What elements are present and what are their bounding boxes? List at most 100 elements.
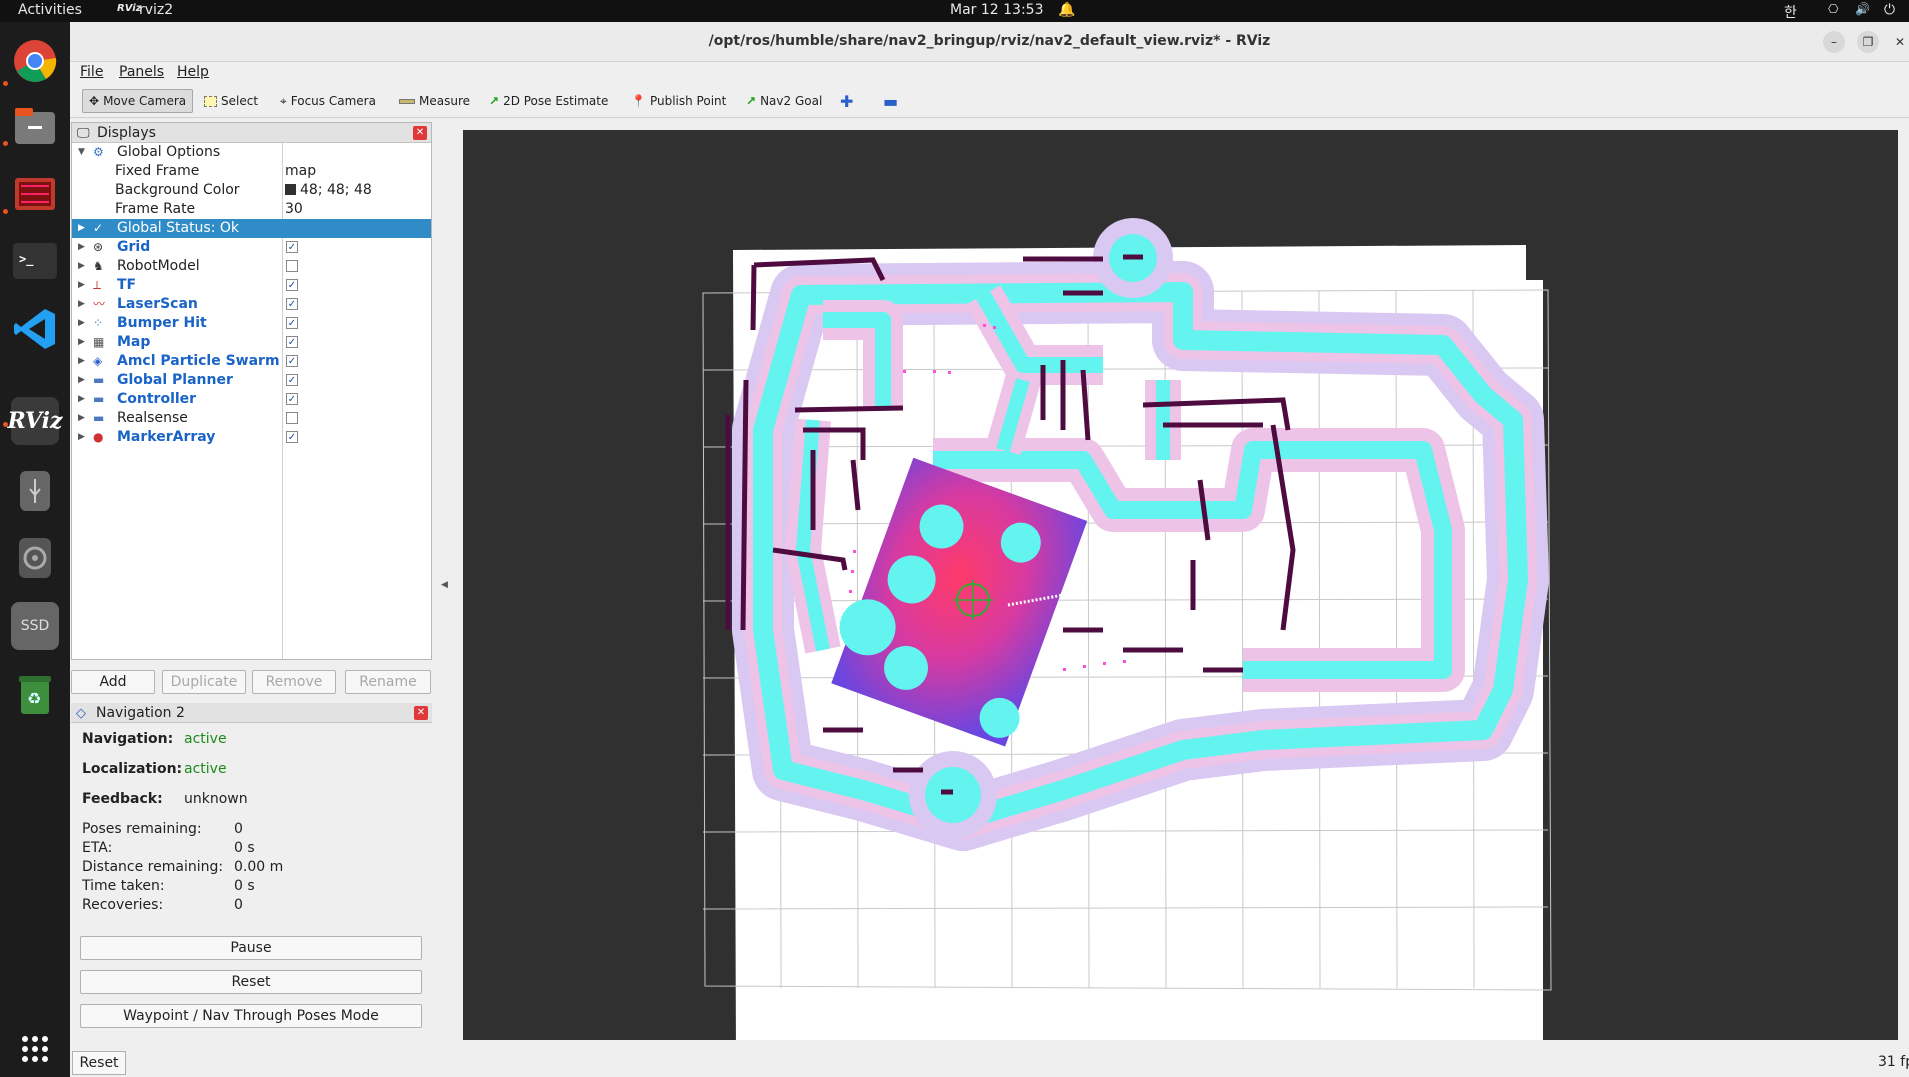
tree-row-laserscan[interactable]: ▶ 〰 LaserScan ✓ (72, 295, 431, 314)
tree-row-global-status[interactable]: ▶ ✓ Global Status: Ok (72, 219, 431, 238)
rviz-icon[interactable]: RViz (7, 397, 63, 445)
usb-icon[interactable] (11, 467, 59, 515)
app-menu[interactable]: rviz2 (139, 2, 173, 18)
tree-row-robotmodel[interactable]: ▶ ♞ RobotModel (72, 257, 431, 276)
menu-help[interactable]: Help (177, 64, 209, 80)
tree-row-grid[interactable]: ▶ ⊛ Grid ✓ (72, 238, 431, 257)
checkbox-unchecked[interactable] (286, 260, 298, 272)
disk-icon[interactable] (11, 534, 59, 582)
tree-row-markerarray[interactable]: ▶ ● MarkerArray ✓ (72, 428, 431, 447)
close-panel-button[interactable]: ✕ (414, 706, 428, 720)
checkbox-checked[interactable]: ✓ (286, 431, 298, 443)
reset-nav-button[interactable]: Reset (80, 970, 422, 994)
nav2-goal-tool[interactable]: ↗ Nav2 Goal (740, 89, 828, 113)
tree-row-global-options[interactable]: ▼ ⚙ Global Options (72, 143, 431, 162)
reset-view-button[interactable]: Reset (72, 1051, 126, 1075)
navigation-status: active (184, 731, 227, 747)
distance-remaining-value: 0.00 m (234, 859, 284, 875)
tree-row-global-planner[interactable]: ▶ ▬ Global Planner ✓ (72, 371, 431, 390)
nav2-header[interactable]: ◇ Navigation 2 ✕ (71, 703, 432, 723)
select-tool[interactable]: Select (198, 89, 264, 113)
waypoint-mode-button[interactable]: Waypoint / Nav Through Poses Mode (80, 1004, 422, 1028)
trash-icon[interactable]: ♻ (11, 670, 59, 718)
tool-bar: ✥ Move Camera Select ⌖ Focus Camera Measur… (70, 84, 1909, 118)
pause-button[interactable]: Pause (80, 936, 422, 960)
checkbox-checked[interactable]: ✓ (286, 336, 298, 348)
window-title-bar[interactable]: /opt/ros/humble/share/nav2_bringup/rviz/… (70, 22, 1909, 62)
displays-header[interactable]: 🖵 Displays ✕ (72, 123, 431, 143)
expand-arrow-icon[interactable]: ▶ (78, 219, 85, 238)
expand-arrow-icon[interactable]: ▶ (78, 352, 85, 371)
language-indicator[interactable]: 한 (1784, 2, 1797, 22)
expand-arrow-icon[interactable]: ▶ (78, 257, 85, 276)
pose-estimate-tool[interactable]: ↗ 2D Pose Estimate (483, 89, 614, 113)
expand-arrow-icon[interactable]: ▶ (78, 295, 85, 314)
close-panel-button[interactable]: ✕ (413, 126, 427, 140)
checkbox-checked[interactable]: ✓ (286, 241, 298, 253)
checkbox-checked[interactable]: ✓ (286, 355, 298, 367)
expand-arrow-icon[interactable]: ▼ (78, 143, 85, 162)
tree-row-bumper-hit[interactable]: ▶ ⁘ Bumper Hit ✓ (72, 314, 431, 333)
folder-icon: ▬ (93, 373, 105, 387)
expand-arrow-icon[interactable]: ▶ (78, 276, 85, 295)
window-title: /opt/ros/humble/share/nav2_bringup/rviz/… (708, 33, 1271, 49)
chrome-icon[interactable] (11, 37, 59, 85)
add-tool-button[interactable]: ✚ (834, 89, 859, 113)
power-icon[interactable]: ⏻ (1884, 2, 1895, 18)
focus-camera-icon: ⌖ (280, 93, 287, 108)
tree-row-map[interactable]: ▶ ▦ Map ✓ (72, 333, 431, 352)
move-camera-tool[interactable]: ✥ Move Camera (82, 89, 194, 113)
expand-arrow-icon[interactable]: ▶ (78, 371, 85, 390)
eta-value: 0 s (234, 840, 255, 856)
expand-arrow-icon[interactable]: ▶ (78, 428, 85, 447)
bell-icon[interactable]: 🔔 (1058, 2, 1075, 18)
duplicate-button[interactable]: Duplicate (162, 670, 246, 694)
rename-button[interactable]: Rename (345, 670, 431, 694)
property-frame-rate[interactable]: Frame Rate 30 (72, 200, 431, 219)
render-viewport[interactable] (463, 130, 1898, 1040)
vscode-icon[interactable] (11, 305, 59, 353)
minimize-button[interactable]: – (1823, 31, 1845, 53)
terminal-icon[interactable]: >_ (11, 237, 59, 285)
collapse-arrow-icon[interactable]: ◀ (441, 580, 448, 590)
tree-row-controller[interactable]: ▶ ▬ Controller ✓ (72, 390, 431, 409)
files-icon[interactable] (11, 102, 59, 150)
display-name: Global Planner (117, 372, 233, 388)
checkbox-checked[interactable]: ✓ (286, 279, 298, 291)
menu-file[interactable]: File (80, 64, 103, 80)
expand-arrow-icon[interactable]: ▶ (78, 314, 85, 333)
network-icon[interactable]: ⎔ (1828, 2, 1838, 16)
property-background-color[interactable]: Background Color 48; 48; 48 (72, 181, 431, 200)
property-fixed-frame[interactable]: Fixed Frame map (72, 162, 431, 181)
app-icon[interactable] (11, 170, 59, 218)
ssd-icon[interactable]: SSD (11, 602, 59, 650)
checkbox-checked[interactable]: ✓ (286, 393, 298, 405)
panel-splitter[interactable]: ◀ (438, 122, 452, 1047)
maximize-button[interactable]: ❐ (1857, 31, 1879, 53)
activities-button[interactable]: Activities (18, 2, 82, 18)
checkbox-unchecked[interactable] (286, 412, 298, 424)
volume-icon[interactable]: 🔊 (1855, 2, 1870, 16)
tree-row-tf[interactable]: ▶ ⟂ TF ✓ (72, 276, 431, 295)
measure-tool[interactable]: Measure (393, 89, 476, 113)
tree-row-amcl-particle-swarm[interactable]: ▶ ◈ Amcl Particle Swarm ✓ (72, 352, 431, 371)
expand-arrow-icon[interactable]: ▶ (78, 390, 85, 409)
remove-button[interactable]: Remove (252, 670, 336, 694)
focus-camera-tool[interactable]: ⌖ Focus Camera (274, 89, 382, 113)
tree-row-realsense[interactable]: ▶ ▬ Realsense (72, 409, 431, 428)
menu-panels[interactable]: Panels (119, 64, 164, 80)
expand-arrow-icon[interactable]: ▶ (78, 238, 85, 257)
expand-arrow-icon[interactable]: ▶ (78, 409, 85, 428)
app-grid-icon[interactable] (11, 1025, 59, 1073)
map-visualization[interactable] (463, 130, 1898, 1040)
remove-tool-button[interactable]: ▬ (877, 89, 904, 113)
close-button[interactable]: ✕ (1891, 31, 1909, 53)
checkbox-checked[interactable]: ✓ (286, 298, 298, 310)
checkbox-checked[interactable]: ✓ (286, 317, 298, 329)
expand-arrow-icon[interactable]: ▶ (78, 333, 85, 352)
publish-point-tool[interactable]: 📍 Publish Point (625, 89, 732, 113)
particle-swarm-icon: ◈ (93, 354, 103, 368)
checkbox-checked[interactable]: ✓ (286, 374, 298, 386)
add-button[interactable]: Add (71, 670, 155, 694)
clock[interactable]: Mar 12 13:53 (950, 2, 1043, 18)
